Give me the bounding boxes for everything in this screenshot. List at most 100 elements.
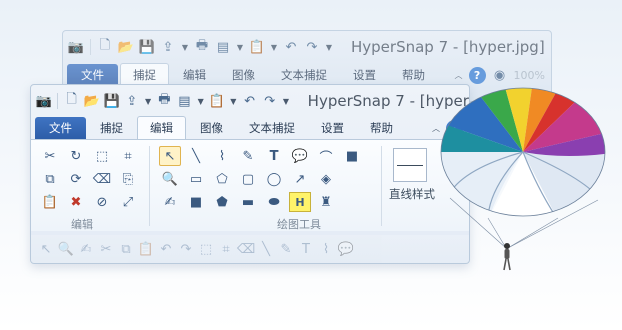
tab-help[interactable]: 帮助 — [358, 117, 405, 139]
crop-icon[interactable]: ⌗ — [217, 240, 235, 258]
parachutist — [503, 243, 511, 271]
watermark-icon[interactable]: ♜ — [315, 192, 337, 212]
clear-icon[interactable]: ⊘ — [91, 192, 113, 212]
paste-icon[interactable]: 📋 — [137, 240, 155, 258]
line-icon[interactable]: ╲ — [257, 240, 275, 258]
printer-settings-icon[interactable]: ▤ — [214, 38, 232, 56]
zoom-icon[interactable]: 🔍 — [57, 240, 75, 258]
pencil-icon[interactable]: ✎ — [237, 146, 259, 166]
tab-capture[interactable]: 捕捉 — [88, 117, 135, 139]
crop-icon[interactable]: ⌗ — [117, 146, 139, 166]
color-box-icon[interactable]: ■ — [341, 146, 363, 166]
undo-icon[interactable]: ↶ — [157, 240, 175, 258]
tab-image[interactable]: 图像 — [220, 64, 267, 86]
front-titlebar: 📷 🗋 📂 💾 ⇪ ▼ 🖶 ▤ ▼ 📋 ▼ ↶ ↷ ▼ HyperSnap 7 … — [31, 85, 469, 117]
filled-polygon-icon[interactable]: ⬟ — [211, 192, 233, 212]
dropdown-arrow-icon[interactable]: ▼ — [196, 92, 205, 110]
stamp-icon[interactable]: ⎘ — [117, 169, 139, 189]
delete-icon[interactable]: ✖ — [65, 192, 87, 212]
tab-text-capture[interactable]: 文本捕捉 — [269, 64, 339, 86]
clipboard-icon[interactable]: 📋 — [248, 38, 266, 56]
camera-icon[interactable]: 📷 — [35, 92, 52, 110]
eraser-icon[interactable]: ⌫ — [237, 240, 255, 258]
text-icon[interactable]: T — [297, 240, 315, 258]
upload-icon[interactable]: ⇪ — [159, 38, 177, 56]
dropdown-arrow-icon[interactable]: ▼ — [324, 38, 334, 56]
ellipse-icon[interactable]: ◯ — [263, 169, 285, 189]
front-window: 📷 🗋 📂 💾 ⇪ ▼ 🖶 ▤ ▼ 📋 ▼ ↶ ↷ ▼ HyperSnap 7 … — [30, 84, 470, 264]
copy-icon[interactable]: ⧉ — [39, 169, 61, 189]
redo-icon[interactable]: ↷ — [261, 92, 278, 110]
camera-icon[interactable]: 📷 — [67, 38, 85, 56]
save-icon[interactable]: 💾 — [138, 38, 156, 56]
tab-capture[interactable]: 捕捉 — [120, 63, 169, 86]
save-icon[interactable]: 💾 — [103, 92, 120, 110]
filled-ellipse-icon[interactable]: ⬬ — [263, 192, 285, 212]
filled-rect-icon[interactable]: ■ — [185, 192, 207, 212]
tab-text-capture[interactable]: 文本捕捉 — [237, 117, 307, 139]
tab-edit[interactable]: 编辑 — [171, 64, 218, 86]
print-icon[interactable]: 🖶 — [193, 38, 211, 56]
select-dropdown-icon[interactable]: ⬚ — [197, 240, 215, 258]
open-folder-icon[interactable]: 📂 — [83, 92, 100, 110]
pencil-icon[interactable]: ✎ — [277, 240, 295, 258]
select-dropdown-icon[interactable]: ⬚ — [91, 146, 113, 166]
clipboard-icon[interactable]: 📋 — [208, 92, 225, 110]
parachute-canopy — [441, 88, 605, 216]
highlight-text-icon[interactable]: H — [289, 192, 311, 212]
dropdown-arrow-icon[interactable]: ▼ — [229, 92, 238, 110]
zoom-icon[interactable]: 🔍 — [159, 169, 181, 189]
undo-icon[interactable]: ↶ — [282, 38, 300, 56]
cut-icon[interactable]: ✂ — [39, 146, 61, 166]
dropdown-arrow-icon[interactable]: ▼ — [180, 38, 190, 56]
polygon-icon[interactable]: ⬠ — [211, 169, 233, 189]
open-folder-icon[interactable]: 📂 — [117, 38, 135, 56]
callout-icon[interactable]: 💬 — [337, 240, 355, 258]
polyline-icon[interactable]: ⌇ — [317, 240, 335, 258]
dropdown-arrow-icon[interactable]: ▼ — [281, 92, 290, 110]
arrow-icon[interactable]: ↗ — [289, 169, 311, 189]
eraser-icon[interactable]: ⌫ — [91, 169, 113, 189]
filled-rounded-rect-icon[interactable]: ▬ — [237, 192, 259, 212]
upload-icon[interactable]: ⇪ — [123, 92, 140, 110]
curve-icon[interactable]: ⌒ — [315, 146, 337, 166]
polyline-icon[interactable]: ⌇ — [211, 146, 233, 166]
undo-icon[interactable]: ↶ — [241, 92, 258, 110]
back-titlebar: 📷 🗋 📂 💾 ⇪ ▼ 🖶 ▤ ▼ 📋 ▼ ↶ ↷ ▼ HyperSnap 7 … — [63, 31, 551, 63]
rotate-icon[interactable]: ↻ — [65, 146, 87, 166]
tab-settings[interactable]: 设置 — [309, 117, 356, 139]
copy-icon[interactable]: ⧉ — [117, 240, 135, 258]
line-icon[interactable]: ╲ — [185, 146, 207, 166]
paste-icon[interactable]: 📋 — [39, 192, 61, 212]
text-icon[interactable]: T — [263, 146, 285, 166]
dropdown-arrow-icon[interactable]: ▼ — [235, 38, 245, 56]
marker-icon[interactable]: ✍ — [77, 240, 95, 258]
printer-settings-icon[interactable]: ▤ — [176, 92, 193, 110]
redo-icon[interactable]: ↷ — [177, 240, 195, 258]
tab-file[interactable]: 文件 — [67, 64, 118, 86]
rounded-rect-icon[interactable]: ▢ — [237, 169, 259, 189]
front-tab-bar: 文件 捕捉 编辑 图像 文本捕捉 设置 帮助 ︿ ? — [31, 116, 469, 139]
dropdown-arrow-icon[interactable]: ▼ — [143, 92, 152, 110]
group-label-edit: 编辑 — [71, 218, 93, 231]
tab-edit[interactable]: 编辑 — [137, 116, 186, 139]
resize-icon[interactable]: ⤢ — [117, 192, 139, 212]
marker-icon[interactable]: ✍ — [159, 192, 181, 212]
rectangle-icon[interactable]: ▭ — [185, 169, 207, 189]
select-arrow-icon[interactable]: ↖ — [37, 240, 55, 258]
tab-file[interactable]: 文件 — [35, 117, 86, 139]
tab-image[interactable]: 图像 — [188, 117, 235, 139]
tab-settings[interactable]: 设置 — [341, 64, 388, 86]
cut-icon[interactable]: ✂ — [97, 240, 115, 258]
line-sample — [397, 164, 423, 166]
print-icon[interactable]: 🖶 — [156, 92, 173, 110]
new-doc-icon[interactable]: 🗋 — [96, 38, 114, 56]
line-style-button[interactable] — [393, 148, 427, 182]
fill-bucket-icon[interactable]: ◈ — [315, 169, 337, 189]
refresh-icon[interactable]: ⟳ — [65, 169, 87, 189]
redo-icon[interactable]: ↷ — [303, 38, 321, 56]
callout-icon[interactable]: 💬 — [289, 146, 311, 166]
new-doc-icon[interactable]: 🗋 — [63, 92, 80, 110]
dropdown-arrow-icon[interactable]: ▼ — [269, 38, 279, 56]
select-arrow-icon[interactable]: ↖ — [159, 146, 181, 166]
